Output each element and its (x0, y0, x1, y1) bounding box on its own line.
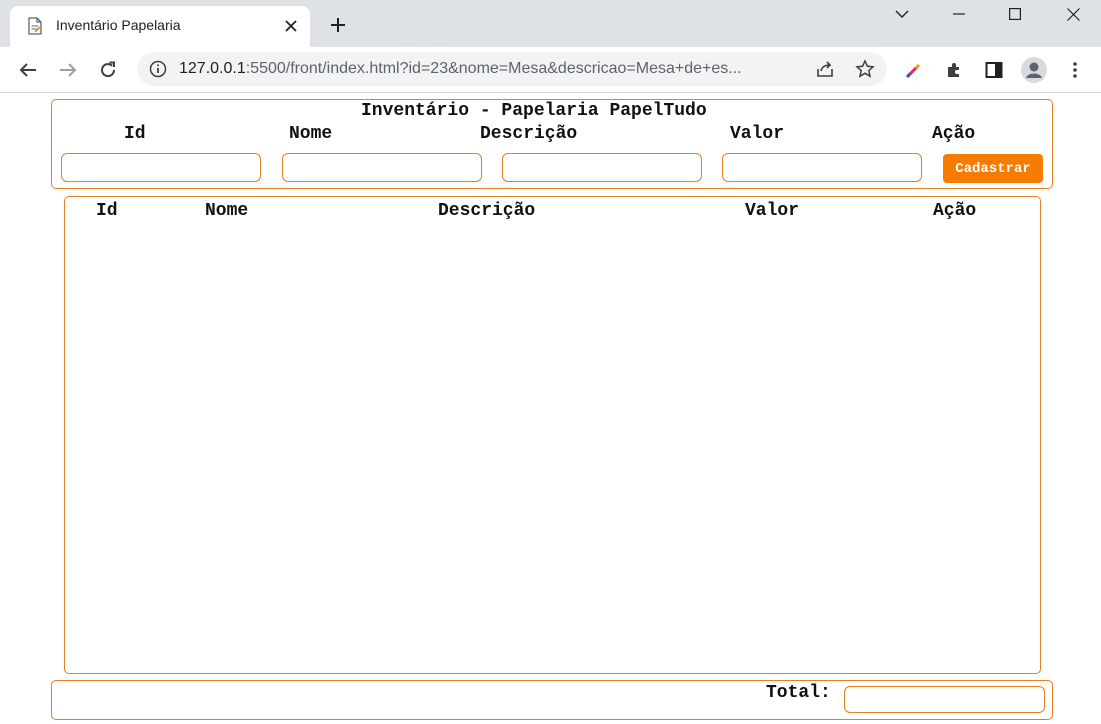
address-bar[interactable]: 127.0.0.1:5500/front/index.html?id=23&no… (137, 52, 887, 86)
url-text[interactable]: 127.0.0.1:5500/front/index.html?id=23&no… (179, 60, 742, 78)
eyedropper-icon[interactable] (901, 57, 927, 83)
column-nome: Nome (205, 201, 249, 221)
label-valor: Valor (730, 124, 785, 144)
browser-toolbar: 127.0.0.1:5500/front/index.html?id=23&no… (0, 47, 1101, 93)
star-icon[interactable] (855, 59, 875, 79)
nome-input[interactable] (282, 153, 482, 182)
label-descricao: Descrição (480, 124, 578, 144)
label-id: Id (124, 124, 146, 144)
extensions-icon[interactable] (941, 57, 967, 83)
browser-tab[interactable]: Inventário Papelaria (10, 6, 310, 47)
maximize-icon[interactable] (992, 2, 1038, 26)
window-close-icon[interactable] (1050, 2, 1096, 26)
column-descricao: Descrição (438, 201, 536, 221)
tab-title: Inventário Papelaria (56, 17, 181, 33)
column-id: Id (96, 201, 118, 221)
profile-icon[interactable] (1021, 57, 1047, 83)
info-icon[interactable] (149, 60, 167, 78)
minimize-icon[interactable] (936, 2, 982, 26)
back-icon[interactable] (15, 57, 41, 83)
valor-input[interactable] (722, 153, 922, 182)
forward-icon[interactable] (55, 57, 81, 83)
plus-icon[interactable] (327, 14, 349, 36)
total-label: Total: (766, 683, 831, 703)
id-input[interactable] (61, 153, 261, 182)
chevron-down-icon[interactable] (879, 2, 925, 26)
menu-icon[interactable] (1062, 57, 1088, 83)
column-valor: Valor (745, 201, 800, 221)
page-icon (28, 17, 42, 35)
total-input[interactable] (844, 686, 1045, 713)
sidepanel-icon[interactable] (981, 57, 1007, 83)
inventory-table: Id Nome Descrição Valor Ação (64, 196, 1041, 674)
cadastrar-button[interactable]: Cadastrar (943, 154, 1043, 183)
close-icon[interactable] (281, 16, 301, 36)
label-acao: Ação (932, 124, 976, 144)
page-content: Inventário - Papelaria PapelTudo Id Nome… (0, 93, 1101, 724)
share-icon[interactable] (816, 60, 834, 78)
tab-strip: Inventário Papelaria (0, 0, 1101, 47)
reload-icon[interactable] (95, 57, 121, 83)
label-nome: Nome (289, 124, 333, 144)
column-acao: Ação (933, 201, 977, 221)
page-title: Inventário - Papelaria PapelTudo (361, 101, 707, 121)
descricao-input[interactable] (502, 153, 702, 182)
